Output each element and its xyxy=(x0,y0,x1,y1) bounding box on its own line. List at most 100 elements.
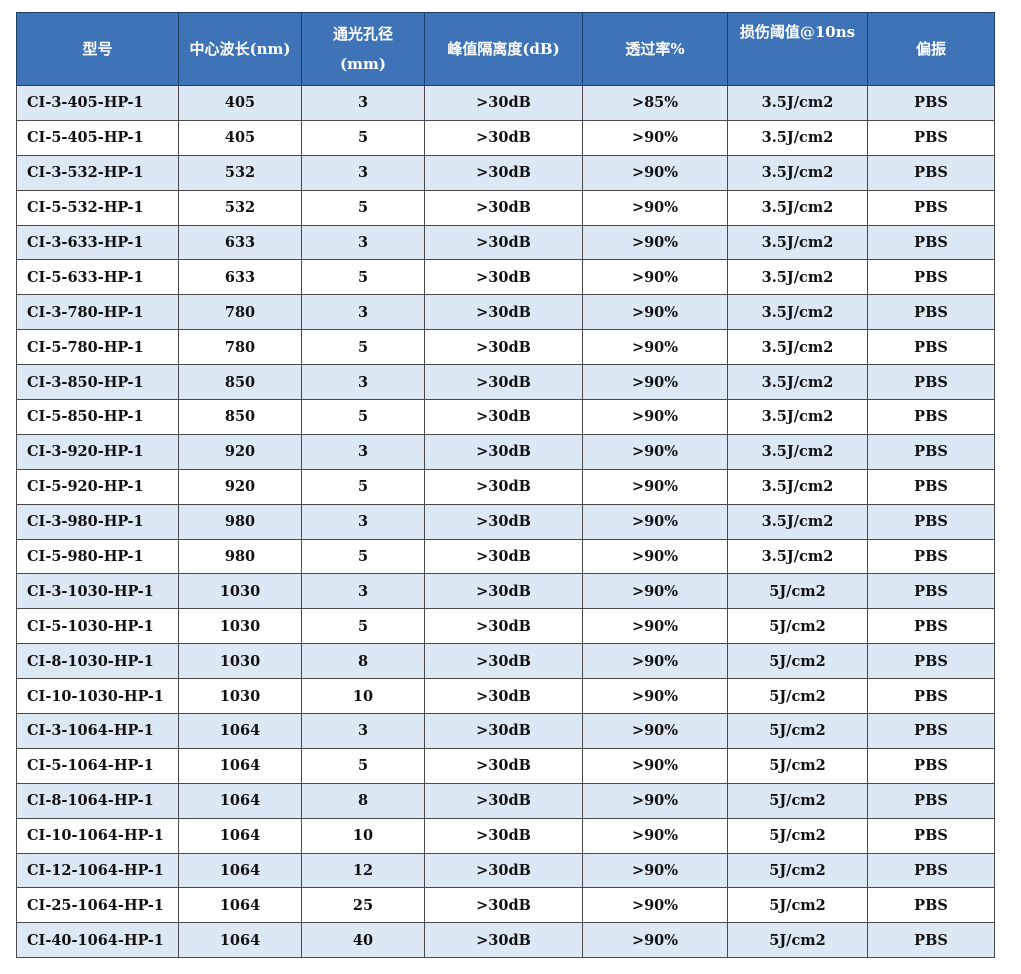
polarization-cell: PBS xyxy=(867,608,995,645)
aperture-cell: 40 xyxy=(301,922,425,959)
header-label: 损伤阈值@10ns xyxy=(739,23,856,41)
table-row: CI-3-920-HP-1 920 3 >30dB >90% 3.5J/cm2 PBS xyxy=(16,433,995,470)
isolation-cell: >30dB xyxy=(424,189,583,226)
transmission-cell: >90% xyxy=(582,678,728,715)
isolation-cell: >30dB xyxy=(424,154,583,191)
table-row: CI-25-1064-HP-1 1064 25 >30dB >90% 5J/cm2 PBS xyxy=(16,887,995,924)
wavelength-cell: 1030 xyxy=(178,573,302,610)
model-cell: CI-3-405-HP-1 xyxy=(16,85,179,121)
isolation-cell: >30dB xyxy=(424,85,583,121)
damage-threshold-cell: 3.5J/cm2 xyxy=(727,538,868,575)
transmission-cell: >90% xyxy=(582,364,728,401)
table-row: CI-5-1064-HP-1 1064 5 >30dB >90% 5J/cm2 PBS xyxy=(16,747,995,784)
polarization-cell: PBS xyxy=(867,364,995,401)
damage-threshold-cell: 5J/cm2 xyxy=(727,643,868,680)
transmission-cell: >90% xyxy=(582,329,728,366)
polarization-cell: PBS xyxy=(867,259,995,296)
damage-threshold-cell: 3.5J/cm2 xyxy=(727,503,868,540)
header-transmission: 透过率% xyxy=(582,12,728,86)
wavelength-cell: 850 xyxy=(178,364,302,401)
table-row: CI-10-1064-HP-1 1064 10 >30dB >90% 5J/cm2 PBS xyxy=(16,817,995,854)
polarization-cell: PBS xyxy=(867,399,995,435)
wavelength-cell: 780 xyxy=(178,329,302,366)
damage-threshold-cell: 5J/cm2 xyxy=(727,747,868,784)
wavelength-cell: 1064 xyxy=(178,887,302,924)
wavelength-cell: 633 xyxy=(178,224,302,261)
transmission-cell: >90% xyxy=(582,747,728,784)
table-header: 型号 中心波长(nm) 通光孔径 (mm) 峰值隔离度(dB) 透过率% 损伤阈值@10ns… xyxy=(16,12,995,86)
polarization-cell: PBS xyxy=(867,433,995,470)
aperture-cell: 3 xyxy=(301,364,425,401)
aperture-cell: 3 xyxy=(301,224,425,261)
table-row: CI-5-633-HP-1 633 5 >30dB >90% 3.5J/cm2 PBS xyxy=(16,259,995,296)
model-cell: CI-10-1064-HP-1 xyxy=(16,817,179,854)
wavelength-cell: 1064 xyxy=(178,747,302,784)
polarization-cell: PBS xyxy=(867,119,995,156)
model-cell: CI-10-1030-HP-1 xyxy=(16,678,179,715)
damage-threshold-cell: 5J/cm2 xyxy=(727,817,868,854)
damage-threshold-cell: 3.5J/cm2 xyxy=(727,329,868,366)
header-label: 峰值隔离度(dB) xyxy=(447,40,560,58)
model-cell: CI-5-920-HP-1 xyxy=(16,468,179,505)
transmission-cell: >90% xyxy=(582,189,728,226)
aperture-cell: 3 xyxy=(301,294,425,331)
model-cell: CI-3-780-HP-1 xyxy=(16,294,179,331)
isolation-cell: >30dB xyxy=(424,503,583,540)
isolation-cell: >30dB xyxy=(424,399,583,435)
model-cell: CI-5-980-HP-1 xyxy=(16,538,179,575)
damage-threshold-cell: 5J/cm2 xyxy=(727,713,868,749)
polarization-cell: PBS xyxy=(867,329,995,366)
polarization-cell: PBS xyxy=(867,538,995,575)
transmission-cell: >90% xyxy=(582,573,728,610)
header-damage-threshold: 损伤阈值@10ns xyxy=(727,12,868,86)
transmission-cell: >90% xyxy=(582,433,728,470)
transmission-cell: >90% xyxy=(582,399,728,435)
wavelength-cell: 920 xyxy=(178,433,302,470)
isolation-cell: >30dB xyxy=(424,329,583,366)
header-label: (mm) xyxy=(340,55,386,73)
damage-threshold-cell: 3.5J/cm2 xyxy=(727,189,868,226)
isolation-cell: >30dB xyxy=(424,747,583,784)
table-row: CI-3-850-HP-1 850 3 >30dB >90% 3.5J/cm2 PBS xyxy=(16,364,995,401)
isolation-cell: >30dB xyxy=(424,224,583,261)
header-label: 透过率% xyxy=(625,40,685,58)
aperture-cell: 8 xyxy=(301,643,425,680)
polarization-cell: PBS xyxy=(867,713,995,749)
aperture-cell: 10 xyxy=(301,817,425,854)
isolation-cell: >30dB xyxy=(424,538,583,575)
header-polarization: 偏振 xyxy=(867,12,995,86)
damage-threshold-cell: 3.5J/cm2 xyxy=(727,259,868,296)
isolation-cell: >30dB xyxy=(424,259,583,296)
header-center-wavelength: 中心波长(nm) xyxy=(178,12,302,86)
model-cell: CI-3-1064-HP-1 xyxy=(16,713,179,749)
polarization-cell: PBS xyxy=(867,747,995,784)
transmission-cell: >90% xyxy=(582,154,728,191)
transmission-cell: >90% xyxy=(582,538,728,575)
transmission-cell: >90% xyxy=(582,713,728,749)
isolation-cell: >30dB xyxy=(424,573,583,610)
polarization-cell: PBS xyxy=(867,85,995,121)
damage-threshold-cell: 5J/cm2 xyxy=(727,608,868,645)
aperture-cell: 3 xyxy=(301,713,425,749)
aperture-cell: 5 xyxy=(301,119,425,156)
damage-threshold-cell: 5J/cm2 xyxy=(727,678,868,715)
model-cell: CI-25-1064-HP-1 xyxy=(16,887,179,924)
isolation-cell: >30dB xyxy=(424,782,583,819)
model-cell: CI-40-1064-HP-1 xyxy=(16,922,179,959)
wavelength-cell: 920 xyxy=(178,468,302,505)
model-cell: CI-5-1030-HP-1 xyxy=(16,608,179,645)
aperture-cell: 8 xyxy=(301,782,425,819)
table-row: CI-3-1030-HP-1 1030 3 >30dB >90% 5J/cm2 PBS xyxy=(16,573,995,610)
damage-threshold-cell: 3.5J/cm2 xyxy=(727,294,868,331)
damage-threshold-cell: 3.5J/cm2 xyxy=(727,399,868,435)
header-label: 型号 xyxy=(82,40,113,58)
header-label: 通光孔径 xyxy=(332,25,393,43)
damage-threshold-cell: 5J/cm2 xyxy=(727,782,868,819)
aperture-cell: 10 xyxy=(301,678,425,715)
wavelength-cell: 1030 xyxy=(178,678,302,715)
isolation-cell: >30dB xyxy=(424,678,583,715)
transmission-cell: >90% xyxy=(582,224,728,261)
model-cell: CI-12-1064-HP-1 xyxy=(16,852,179,889)
damage-threshold-cell: 3.5J/cm2 xyxy=(727,433,868,470)
polarization-cell: PBS xyxy=(867,782,995,819)
